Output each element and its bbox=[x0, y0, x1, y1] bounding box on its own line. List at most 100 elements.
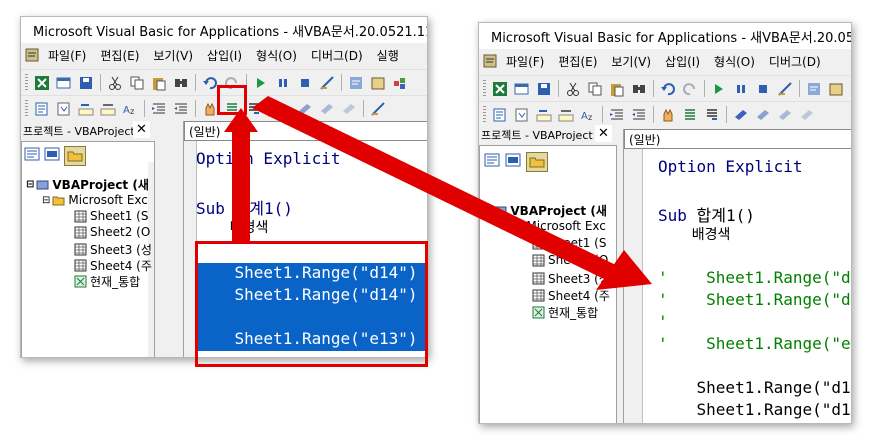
view-object-icon[interactable] bbox=[44, 146, 60, 162]
save-icon[interactable] bbox=[78, 75, 94, 91]
toolbar-grip[interactable] bbox=[483, 80, 486, 97]
object-browser-icon[interactable] bbox=[392, 75, 408, 91]
sub-line[interactable]: Sub 합계1() bbox=[658, 202, 755, 226]
save-icon[interactable] bbox=[536, 81, 552, 97]
toggle-breakpoint-icon[interactable] bbox=[660, 107, 676, 123]
insert-userform-icon[interactable] bbox=[56, 75, 72, 91]
design-mode-icon[interactable] bbox=[319, 75, 335, 91]
stop-icon[interactable] bbox=[297, 75, 313, 91]
menu-edit[interactable]: 편집(E) bbox=[93, 47, 146, 64]
menu-file[interactable]: 파일(F) bbox=[499, 53, 551, 70]
menu-file[interactable]: 파일(F) bbox=[41, 47, 93, 64]
tree-item-thisworkbook[interactable]: 현재_통합 bbox=[74, 273, 140, 290]
design-mode-icon[interactable] bbox=[370, 101, 386, 117]
quick-info-icon[interactable] bbox=[536, 107, 552, 123]
uncomment-block-icon[interactable] bbox=[704, 107, 720, 123]
vba-menu-icon[interactable] bbox=[25, 47, 39, 63]
code-line-bgcolor[interactable]: 배경색 bbox=[196, 217, 269, 237]
uncomment-block-icon[interactable] bbox=[246, 101, 262, 117]
find-icon[interactable] bbox=[631, 81, 647, 97]
cut-icon[interactable] bbox=[107, 75, 123, 91]
complete-word-icon[interactable]: Az bbox=[580, 107, 596, 123]
tree-item-sheet3[interactable]: Sheet3 (성 bbox=[74, 241, 152, 258]
code-window[interactable]: (일반) Option Explicit Sub 합계1() 배경색 ' She… bbox=[623, 129, 851, 423]
menu-insert[interactable]: 삽입(I) bbox=[658, 53, 707, 70]
menu-debug[interactable]: 디버그(D) bbox=[762, 53, 828, 70]
tree-item-vbaproject[interactable]: ⊟ VBAProject (새 bbox=[26, 176, 149, 193]
toolbar-grip[interactable] bbox=[25, 74, 28, 91]
tree-item-sheet3[interactable]: Sheet3 (성 bbox=[532, 270, 610, 287]
parameter-info-icon[interactable] bbox=[558, 107, 574, 123]
menu-view[interactable]: 보기(V) bbox=[146, 47, 200, 64]
collapse-icon[interactable]: ⊟ bbox=[500, 221, 508, 232]
list-properties-icon[interactable] bbox=[34, 101, 50, 117]
collapse-icon[interactable]: ⊟ bbox=[26, 179, 34, 190]
toggle-folders-icon[interactable] bbox=[526, 152, 548, 172]
object-combo[interactable]: (일반) bbox=[624, 129, 851, 149]
menu-view[interactable]: 보기(V) bbox=[604, 53, 658, 70]
paste-icon[interactable] bbox=[151, 75, 167, 91]
clear-bookmarks-icon[interactable] bbox=[799, 107, 815, 123]
redo-icon[interactable] bbox=[682, 81, 698, 97]
option-explicit-line[interactable]: Option Explicit bbox=[196, 149, 341, 168]
comment-block-icon[interactable] bbox=[682, 107, 698, 123]
tree-item-sheet2[interactable]: Sheet2 (O bbox=[532, 253, 608, 267]
code-line-bgcolor[interactable]: 배경색 bbox=[658, 224, 731, 244]
undo-icon[interactable] bbox=[660, 81, 676, 97]
next-bookmark-icon[interactable] bbox=[755, 107, 771, 123]
next-bookmark-icon[interactable] bbox=[297, 101, 313, 117]
project-explorer-icon[interactable] bbox=[348, 75, 364, 91]
toggle-bookmark-icon[interactable] bbox=[275, 101, 291, 117]
toggle-folders-icon[interactable] bbox=[64, 146, 86, 166]
menu-format[interactable]: 형식(O) bbox=[707, 53, 762, 70]
view-object-icon[interactable] bbox=[505, 152, 521, 168]
previous-bookmark-icon[interactable] bbox=[319, 101, 335, 117]
project-pane-close-button[interactable]: ✕ bbox=[133, 121, 150, 138]
run-icon[interactable] bbox=[711, 81, 727, 97]
commented-code-line[interactable]: ' bbox=[658, 312, 668, 331]
properties-icon[interactable] bbox=[828, 81, 844, 97]
undo-icon[interactable] bbox=[202, 75, 218, 91]
tree-item-sheet4[interactable]: Sheet4 (주 bbox=[74, 257, 152, 274]
code-line[interactable]: Sheet1.Range("d1 bbox=[658, 378, 851, 397]
outdent-icon[interactable] bbox=[173, 101, 189, 117]
option-explicit-line[interactable]: Option Explicit bbox=[658, 157, 803, 176]
toggle-bookmark-icon[interactable] bbox=[733, 107, 749, 123]
project-pane-close-button[interactable]: ✕ bbox=[595, 125, 612, 142]
commented-code-line[interactable]: ' Sheet1.Range("e bbox=[658, 334, 851, 353]
tree-item-excel-objects[interactable]: ⊟ Microsoft Exc bbox=[500, 219, 606, 233]
toggle-breakpoint-icon[interactable] bbox=[202, 101, 218, 117]
cut-icon[interactable] bbox=[565, 81, 581, 97]
tree-item-sheet4[interactable]: Sheet4 (주 bbox=[532, 287, 610, 304]
project-explorer-icon[interactable] bbox=[806, 81, 822, 97]
excel-icon[interactable] bbox=[492, 81, 508, 97]
tree-item-sheet2[interactable]: Sheet2 (O bbox=[74, 225, 150, 239]
toolbar-grip[interactable] bbox=[25, 100, 28, 117]
view-code-icon[interactable] bbox=[484, 152, 500, 168]
vba-menu-icon[interactable] bbox=[483, 53, 497, 69]
tree-item-sheet1[interactable]: Sheet1 (S bbox=[532, 236, 606, 250]
tree-item-sheet1[interactable]: Sheet1 (S bbox=[74, 209, 148, 223]
code-line[interactable]: Sheet1.Range("d1 bbox=[658, 400, 851, 419]
run-icon[interactable] bbox=[253, 75, 269, 91]
menu-format[interactable]: 형식(O) bbox=[249, 47, 304, 64]
copy-icon[interactable] bbox=[129, 75, 145, 91]
commented-code-line[interactable]: ' Sheet1.Range("d bbox=[658, 290, 851, 309]
commented-code-line[interactable]: ' Sheet1.Range("d bbox=[658, 268, 851, 287]
find-icon[interactable] bbox=[173, 75, 189, 91]
pause-icon[interactable] bbox=[733, 81, 749, 97]
menu-edit[interactable]: 편집(E) bbox=[551, 53, 604, 70]
view-code-icon[interactable] bbox=[24, 146, 40, 162]
list-properties-icon[interactable] bbox=[492, 107, 508, 123]
insert-userform-icon[interactable] bbox=[514, 81, 530, 97]
complete-word-icon[interactable]: Az bbox=[122, 101, 138, 117]
indent-icon[interactable] bbox=[151, 101, 167, 117]
menu-debug[interactable]: 디버그(D) bbox=[304, 47, 370, 64]
excel-icon[interactable] bbox=[34, 75, 50, 91]
design-mode-icon[interactable] bbox=[777, 81, 793, 97]
list-constants-icon[interactable] bbox=[514, 107, 530, 123]
menu-run[interactable]: 실행 bbox=[370, 47, 406, 64]
properties-icon[interactable] bbox=[370, 75, 386, 91]
sub-line[interactable]: Sub 합계1() bbox=[196, 195, 293, 219]
menu-insert[interactable]: 삽입(I) bbox=[200, 47, 249, 64]
